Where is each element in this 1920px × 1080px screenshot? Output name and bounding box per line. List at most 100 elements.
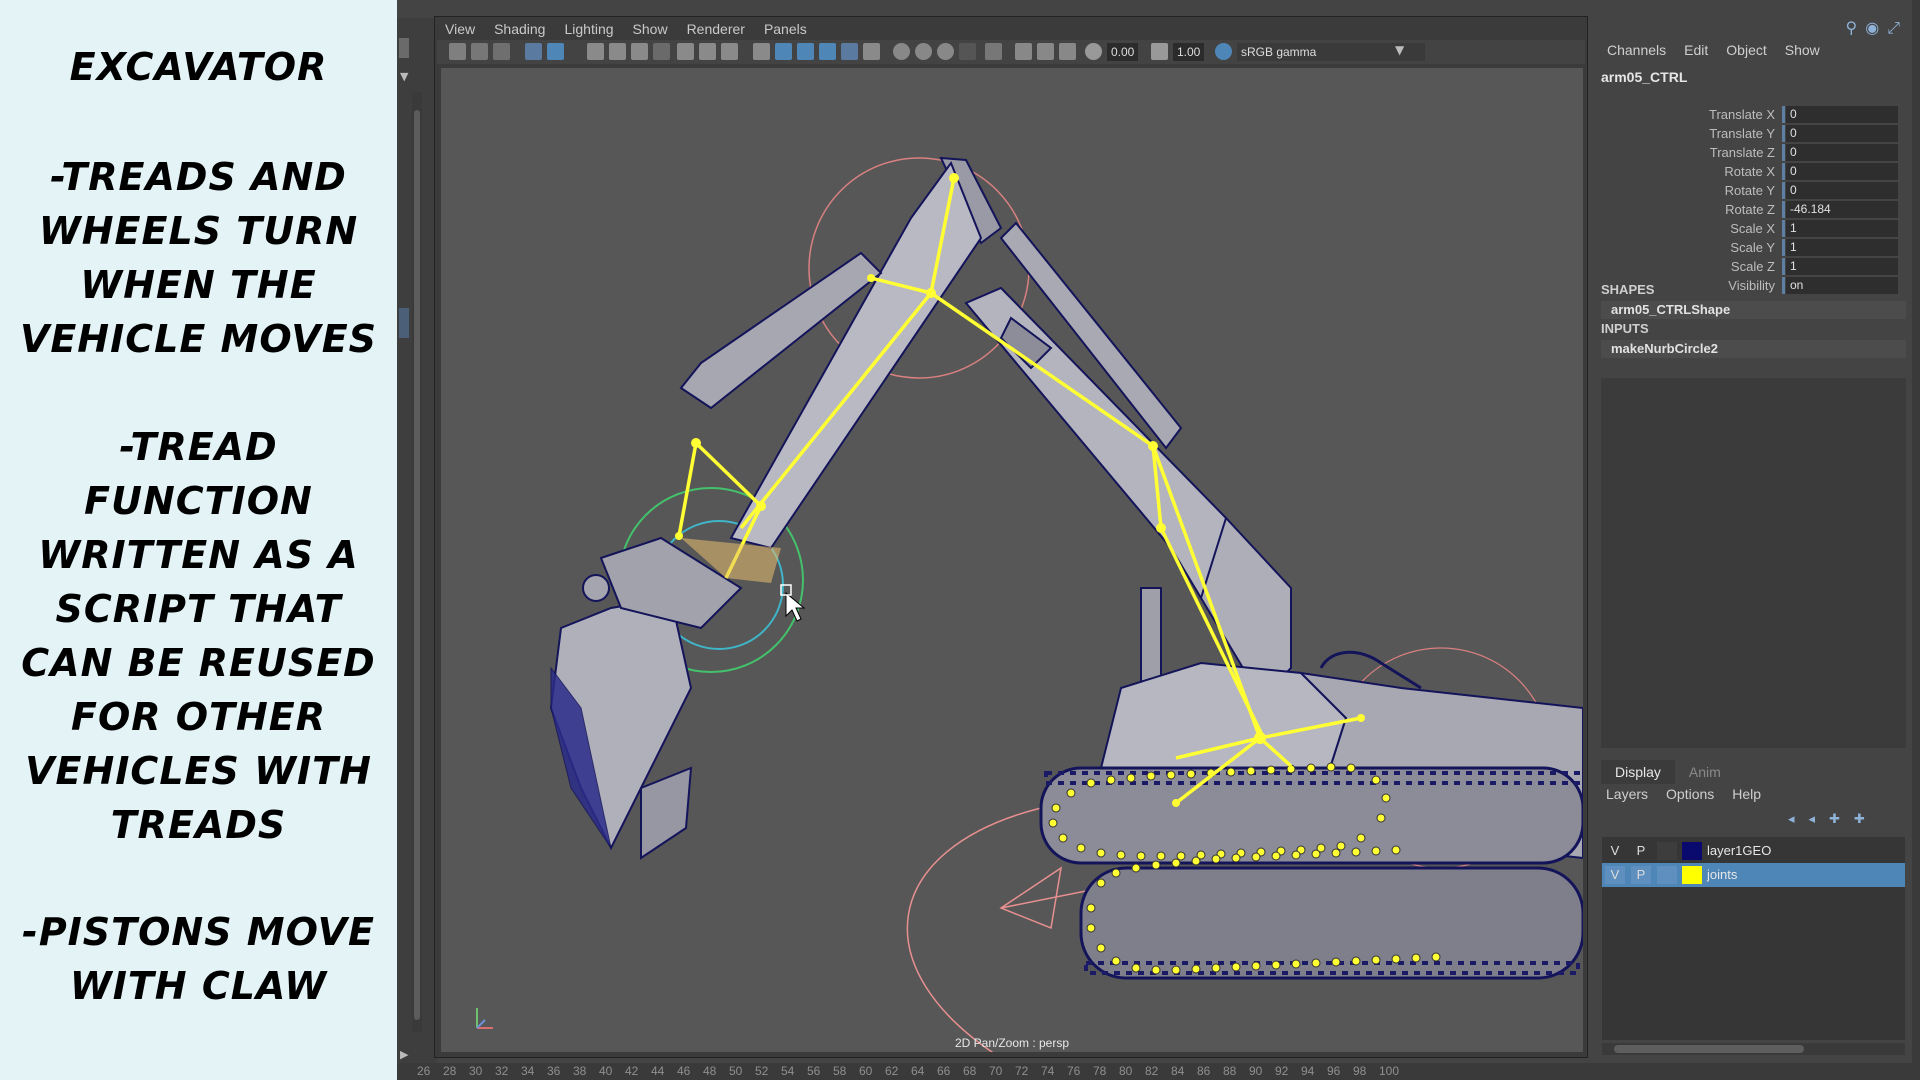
attr-scale-x[interactable]: Scale X 1 [1593,219,1898,238]
layer-row-joints[interactable]: V P joints [1602,863,1905,887]
menu-edit[interactable]: Edit [1684,42,1708,58]
attr-translate-z[interactable]: Translate Z 0 [1593,143,1898,162]
attr-value-field[interactable]: 0 [1786,163,1898,180]
gamma-icon[interactable] [1151,43,1168,60]
attr-scale-y[interactable]: Scale Y 1 [1593,238,1898,257]
modeling-toolkit-icon[interactable]: ◉ [1865,18,1879,38]
menu-channels[interactable]: Channels [1607,42,1666,58]
attr-value-field[interactable]: 0 [1786,144,1898,161]
collapse-arrow-icon[interactable]: ▼ [400,70,408,83]
chevron-down-icon[interactable]: ▼ [1395,43,1404,57]
menu-object[interactable]: Object [1726,42,1766,58]
move-layer-up-icon[interactable]: ◂ [1788,812,1795,827]
xray-icon[interactable] [1015,43,1032,60]
attr-value-field[interactable]: -46.184 [1786,201,1898,218]
color-management-icon[interactable] [1215,43,1232,60]
textured-icon[interactable] [819,43,836,60]
new-layer-selected-icon[interactable]: ✚ [1854,812,1865,827]
outliner-scroll-thumb[interactable] [414,110,420,1020]
viewport-3d[interactable]: 2D Pan/Zoom : persp [441,68,1583,1052]
visibility-toggle[interactable]: V [1605,842,1625,860]
resolution-gate-icon[interactable] [631,43,648,60]
layer-row-layer1geo[interactable]: V P layer1GEO [1602,839,1905,863]
field-chart-icon[interactable] [677,43,694,60]
attr-value-field[interactable]: 0 [1786,182,1898,199]
display-type-toggle[interactable] [1657,842,1677,860]
menu-lighting[interactable]: Lighting [564,18,613,40]
menu-view[interactable]: View [445,18,475,40]
wireframe-on-shaded-icon[interactable] [797,43,814,60]
layer-color-swatch[interactable] [1682,866,1702,884]
motion-blur-icon[interactable] [915,43,932,60]
layer-scroll-thumb[interactable] [1614,1045,1804,1053]
smooth-shade-icon[interactable] [775,43,792,60]
layer-hscrollbar[interactable] [1602,1043,1905,1055]
bookmark-icon[interactable] [493,43,510,60]
shadows-icon[interactable] [863,43,880,60]
attr-translate-y[interactable]: Translate Y 0 [1593,124,1898,143]
safe-title-icon[interactable] [721,43,738,60]
attr-value-field[interactable]: 1 [1786,239,1898,256]
tool-strip-block[interactable] [399,308,409,338]
attr-value-field[interactable]: 1 [1786,220,1898,237]
attr-value-field[interactable]: 0 [1786,106,1898,123]
playback-toggle[interactable]: P [1631,842,1651,860]
move-layer-down-icon[interactable]: ◂ [1809,812,1816,827]
channel-box-toggle-icon[interactable]: ⚲ [1846,18,1858,38]
menu-shading[interactable]: Shading [494,18,545,40]
layer-color-swatch[interactable] [1682,842,1702,860]
layer-name[interactable]: joints [1707,867,1737,882]
tool-strip-block[interactable] [399,38,409,58]
shape-node[interactable]: arm05_CTRLShape [1611,302,1730,317]
tab-anim[interactable]: Anim [1675,760,1735,784]
attr-value-field[interactable]: on [1786,277,1898,294]
attribute-editor-icon[interactable]: ⤢ [1887,18,1900,38]
attr-rotate-x[interactable]: Rotate X 0 [1593,162,1898,181]
menu-layers[interactable]: Layers [1606,786,1648,802]
excavator-rig-view [476,156,1583,1052]
anti-aliasing-icon[interactable] [937,43,954,60]
attr-translate-x[interactable]: Translate X 0 [1593,105,1898,124]
isolate-select-icon[interactable] [985,43,1002,60]
gate-mask-icon[interactable] [653,43,670,60]
attr-value-field[interactable]: 1 [1786,258,1898,275]
menu-panels[interactable]: Panels [764,18,807,40]
attr-scale-z[interactable]: Scale Z 1 [1593,257,1898,276]
lights-icon[interactable] [841,43,858,60]
input-node[interactable]: makeNurbCircle2 [1611,341,1718,356]
camera-attributes-icon[interactable] [471,43,488,60]
node-name[interactable]: arm05_CTRL [1601,69,1687,85]
grid-icon[interactable] [587,43,604,60]
menu-help[interactable]: Help [1732,786,1761,802]
menu-options[interactable]: Options [1666,786,1714,802]
camera-select-icon[interactable] [449,43,466,60]
expand-arrow-icon[interactable]: ▶ [400,1048,408,1061]
visibility-toggle[interactable]: V [1605,866,1625,884]
playback-toggle[interactable]: P [1631,866,1651,884]
new-layer-icon[interactable]: ✚ [1829,812,1840,827]
side-tab-strip[interactable] [1912,0,1920,1063]
timeline[interactable]: 26 28 30 32 34 36 38 40 42 44 46 48 50 5… [397,1063,1920,1080]
wireframe-icon[interactable] [753,43,770,60]
grease-pencil-icon[interactable] [525,43,542,60]
screen-space-ao-icon[interactable] [893,43,910,60]
safe-action-icon[interactable] [699,43,716,60]
exposure-field[interactable]: 0.00 [1107,43,1139,61]
menu-show[interactable]: Show [633,18,668,40]
depth-of-field-icon[interactable] [959,43,976,60]
menu-show-channels[interactable]: Show [1785,42,1820,58]
xray-joints-icon[interactable] [1037,43,1054,60]
display-type-toggle[interactable] [1657,866,1677,884]
camera-label: 2D Pan/Zoom : persp [954,1036,1070,1050]
exposure-icon[interactable] [1085,43,1102,60]
attr-rotate-y[interactable]: Rotate Y 0 [1593,181,1898,200]
menu-renderer[interactable]: Renderer [687,18,745,40]
attr-rotate-z[interactable]: Rotate Z -46.184 [1593,200,1898,219]
snap-icon[interactable] [547,43,564,60]
gamma-field[interactable]: 1.00 [1173,43,1205,61]
layer-name[interactable]: layer1GEO [1707,843,1771,858]
backface-culling-icon[interactable] [1059,43,1076,60]
tab-display[interactable]: Display [1601,760,1675,784]
film-gate-icon[interactable] [609,43,626,60]
attr-value-field[interactable]: 0 [1786,125,1898,142]
